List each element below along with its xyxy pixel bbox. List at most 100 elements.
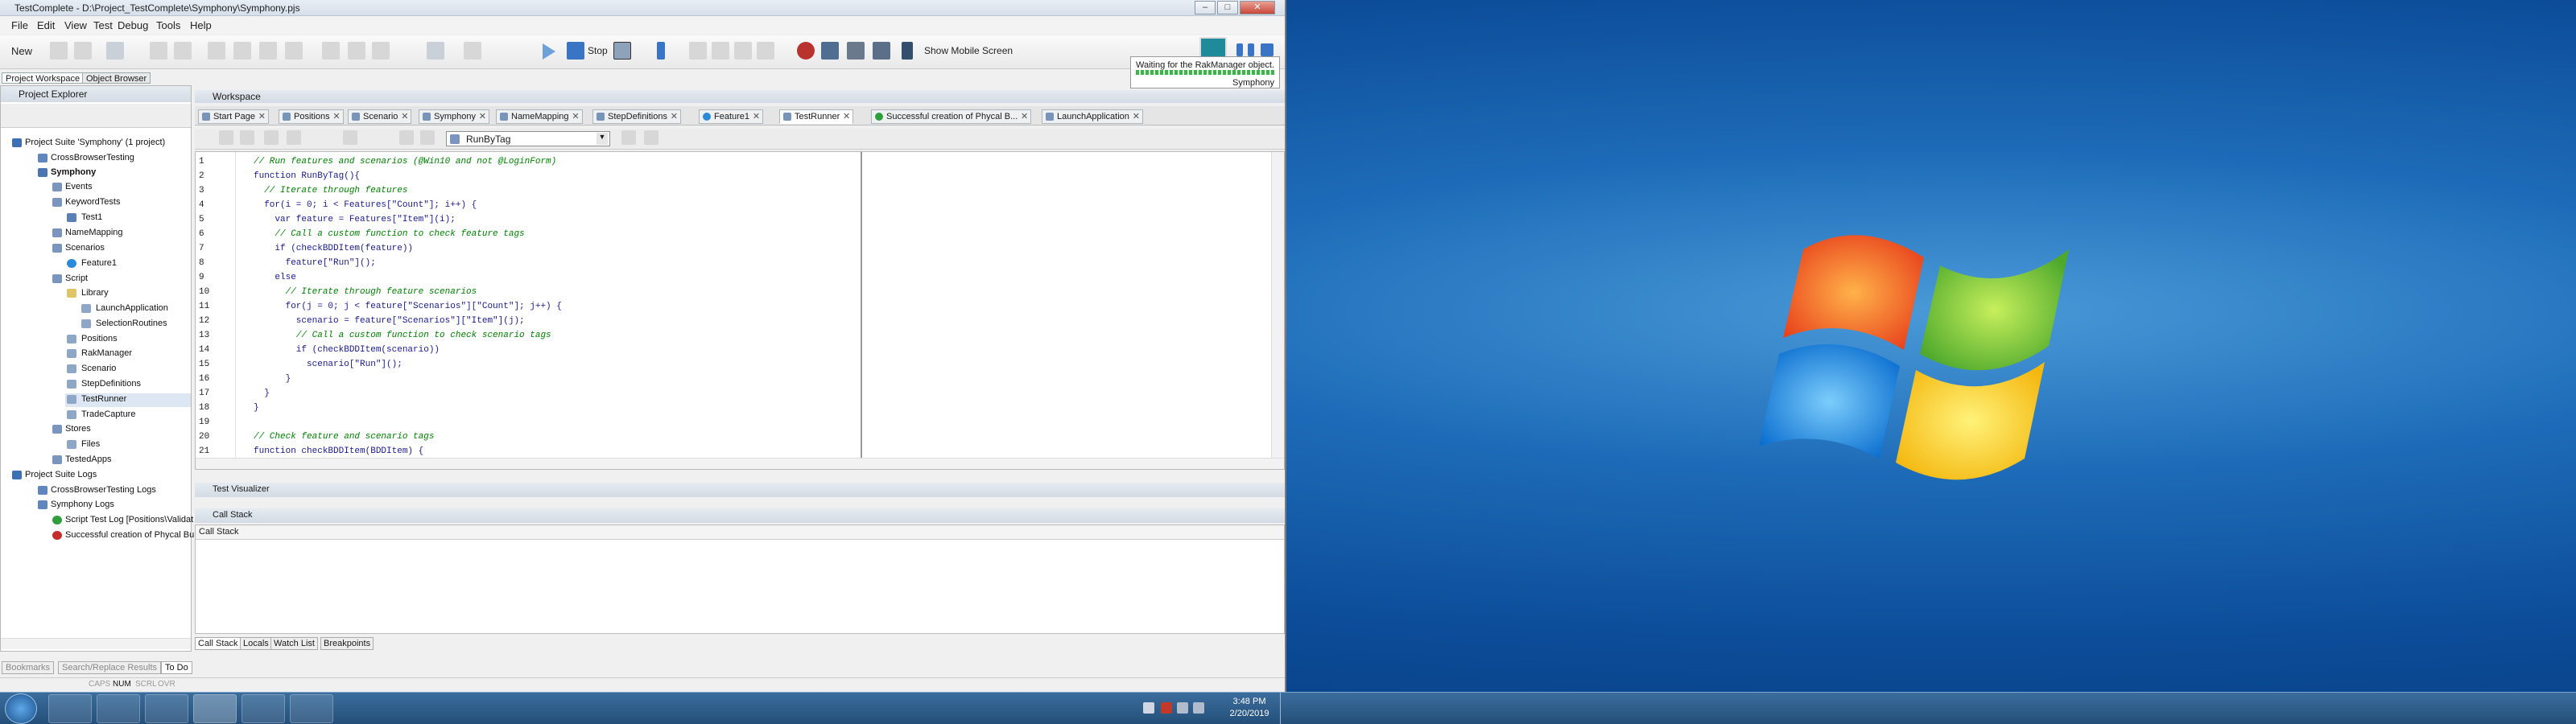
forward-icon[interactable] bbox=[420, 130, 435, 145]
open-icon[interactable] bbox=[50, 42, 68, 60]
tree-item[interactable]: CrossBrowserTesting Logs bbox=[51, 485, 156, 495]
checkpoint-icon[interactable] bbox=[348, 42, 365, 60]
object-spy-icon[interactable] bbox=[372, 42, 390, 60]
code-line[interactable]: var feature = Features["Item"](i); bbox=[254, 215, 455, 224]
code-line[interactable]: } bbox=[254, 389, 270, 398]
code-line[interactable]: // Iterate through feature scenarios bbox=[254, 287, 477, 297]
tree-item[interactable]: Symphony bbox=[51, 167, 96, 177]
tray-network-icon[interactable] bbox=[1177, 702, 1188, 714]
tree-item[interactable]: Project Suite 'Symphony' (1 project) bbox=[25, 138, 165, 147]
tab-watch-list[interactable]: Watch List bbox=[270, 637, 318, 650]
code-editor[interactable]: 1 2 3 4 5 6 7 8 9 10 11 12 13 14 15 16 17 18 19 20 21 // Run… bbox=[195, 151, 1285, 470]
tree-item-selected[interactable]: TestRunner bbox=[81, 394, 126, 404]
comment-icon[interactable] bbox=[734, 42, 752, 60]
object-browser-icon[interactable] bbox=[847, 42, 865, 60]
code-line[interactable]: feature["Run"](); bbox=[254, 258, 376, 268]
code-line[interactable]: for(j = 0; j < feature["Scenarios"]["Cou… bbox=[254, 302, 562, 311]
show-desktop-button[interactable] bbox=[1280, 693, 1288, 724]
stop-label[interactable]: Stop bbox=[588, 45, 608, 56]
horizontal-scrollbar[interactable] bbox=[1, 638, 191, 649]
tab-breakpoints[interactable]: Breakpoints bbox=[320, 637, 374, 650]
tab-successful-creation[interactable]: Successful creation of Phycal B... ✕ bbox=[871, 109, 1032, 124]
menu-file[interactable]: File bbox=[11, 19, 28, 31]
menu-help[interactable]: Help bbox=[190, 19, 212, 31]
code-line[interactable]: for(i = 0; i < Features["Count"]; i++) { bbox=[254, 200, 477, 210]
routine-dropdown[interactable]: RunByTag ▼ bbox=[446, 131, 610, 146]
close-button[interactable]: ✕ bbox=[1240, 1, 1275, 14]
paste-icon[interactable] bbox=[259, 42, 277, 60]
code-line[interactable]: // Iterate through features bbox=[254, 186, 407, 195]
title-bar[interactable]: TestComplete - D:\Project_TestComplete\S… bbox=[0, 0, 1285, 16]
tree-item[interactable]: Scenarios bbox=[65, 243, 105, 253]
tab-object-browser[interactable]: Object Browser bbox=[82, 72, 151, 84]
chrome-taskbar-icon[interactable] bbox=[97, 694, 140, 723]
tab-testrunner[interactable]: TestRunner ✕ bbox=[779, 109, 854, 124]
tree-item[interactable]: Script Test Log [Positions\Validat bbox=[65, 515, 193, 524]
code-line[interactable]: // Call a custom function to check scena… bbox=[254, 331, 551, 340]
tree-item[interactable]: Project Suite Logs bbox=[25, 470, 97, 479]
tree-item[interactable]: Script bbox=[65, 274, 88, 283]
cut-icon[interactable] bbox=[208, 42, 225, 60]
indent-icon[interactable] bbox=[689, 42, 707, 60]
cursor-icon[interactable] bbox=[219, 130, 233, 145]
tab-positions[interactable]: Positions ✕ bbox=[279, 109, 344, 124]
tree-item[interactable]: Positions bbox=[81, 334, 118, 343]
editor-splitter[interactable] bbox=[861, 152, 862, 469]
maximize-button[interactable]: □ bbox=[1217, 1, 1238, 14]
menu-test[interactable]: Test bbox=[93, 19, 113, 31]
pause-bar-left-icon[interactable] bbox=[1236, 43, 1243, 56]
tab-project-workspace[interactable]: Project Workspace bbox=[2, 72, 85, 84]
delete-icon[interactable] bbox=[285, 42, 303, 60]
code-line[interactable]: // Check feature and scenario tags bbox=[254, 432, 434, 442]
stop-square-icon[interactable] bbox=[1261, 43, 1274, 56]
indent-icon[interactable] bbox=[240, 130, 254, 145]
record-icon[interactable] bbox=[322, 42, 340, 60]
layout-icon[interactable] bbox=[657, 42, 665, 60]
tab-scenario[interactable]: Scenario ✕ bbox=[348, 109, 412, 124]
menu-debug[interactable]: Debug bbox=[118, 19, 148, 31]
tree-item[interactable]: TestedApps bbox=[65, 455, 111, 464]
tab-to-do[interactable]: To Do bbox=[161, 661, 192, 674]
tab-feature1[interactable]: Feature1 ✕ bbox=[699, 109, 764, 124]
mobile-icon[interactable] bbox=[902, 42, 913, 60]
tab-search-replace[interactable]: Search/Replace Results bbox=[58, 661, 162, 674]
testcomplete-taskbar-icon[interactable] bbox=[193, 694, 237, 723]
tab-symphony[interactable]: Symphony ✕ bbox=[419, 109, 489, 124]
explorer-taskbar-icon[interactable] bbox=[48, 694, 92, 723]
goto-icon[interactable] bbox=[621, 130, 636, 145]
tree-item[interactable]: TradeCapture bbox=[81, 409, 135, 419]
outlook-taskbar-icon[interactable] bbox=[290, 694, 333, 723]
code-line[interactable]: scenario = feature["Scenarios"]["Item"](… bbox=[254, 316, 525, 326]
bookmark-icon[interactable] bbox=[343, 130, 357, 145]
tree-item[interactable]: Files bbox=[81, 439, 100, 449]
outdent-icon[interactable] bbox=[712, 42, 729, 60]
tree-item[interactable]: KeywordTests bbox=[65, 197, 120, 207]
debug-icon[interactable] bbox=[464, 42, 481, 60]
pause-bar-right-icon[interactable] bbox=[1248, 43, 1254, 56]
tab-namemapping[interactable]: NameMapping ✕ bbox=[496, 109, 583, 124]
tray-volume-icon[interactable] bbox=[1193, 702, 1204, 714]
code-line[interactable]: function RunByTag(){ bbox=[254, 171, 360, 181]
uncomment-icon[interactable] bbox=[757, 42, 774, 60]
tab-call-stack[interactable]: Call Stack bbox=[195, 637, 242, 650]
tray-arrow-icon[interactable] bbox=[1143, 702, 1154, 714]
menu-view[interactable]: View bbox=[64, 19, 87, 31]
new-button[interactable]: New bbox=[11, 45, 32, 57]
code-line[interactable]: else bbox=[254, 273, 295, 282]
suite-icon[interactable] bbox=[427, 42, 444, 60]
map-icon[interactable] bbox=[873, 42, 890, 60]
chevron-down-icon[interactable]: ▼ bbox=[597, 133, 608, 145]
code-line[interactable]: } bbox=[254, 374, 291, 384]
skype-taskbar-icon[interactable] bbox=[145, 694, 188, 723]
tab-bookmarks[interactable]: Bookmarks bbox=[2, 661, 55, 674]
call-stack-column-header[interactable]: Call Stack bbox=[196, 525, 1284, 540]
comment-icon[interactable] bbox=[287, 130, 301, 145]
code-line[interactable]: scenario["Run"](); bbox=[254, 360, 402, 369]
tab-launchapplication[interactable]: LaunchApplication ✕ bbox=[1042, 109, 1143, 124]
code-line[interactable]: if (checkBDDItem(feature)) bbox=[254, 244, 413, 253]
tree-item[interactable]: Library bbox=[81, 288, 109, 298]
bug-icon[interactable] bbox=[797, 42, 815, 60]
tree-item[interactable]: Stores bbox=[65, 424, 91, 434]
tree-item[interactable]: Successful creation of Phycal Bu bbox=[65, 530, 194, 540]
show-mobile-screen-button[interactable]: Show Mobile Screen bbox=[924, 45, 1013, 56]
